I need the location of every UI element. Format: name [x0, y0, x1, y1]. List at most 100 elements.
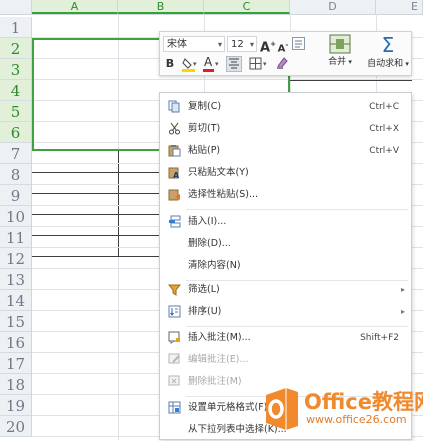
watermark: Office教程网 www.office26.com — [262, 380, 423, 438]
clear-format-icon[interactable] — [274, 56, 290, 72]
menu-item-shortcut: Ctrl+X — [369, 124, 399, 134]
merge-label: 合并 — [328, 57, 347, 67]
row-header-2[interactable]: 2 — [0, 38, 32, 59]
menu-item-label: 筛选(L) — [188, 284, 220, 295]
cell-border — [32, 193, 159, 194]
row-header-16[interactable]: 16 — [0, 332, 32, 353]
menu-item-label: 粘贴(P) — [188, 145, 221, 156]
font-color-icon[interactable]: A ▾ — [202, 55, 222, 72]
menu-item-edit-comment[interactable]: 编辑批注(E)... — [160, 349, 411, 371]
shrink-font-icon[interactable]: A- — [277, 37, 289, 54]
column-header-d[interactable]: D — [290, 0, 376, 14]
grow-font-icon[interactable]: A+ — [260, 36, 276, 56]
svg-text:A: A — [173, 171, 180, 179]
row-header-20[interactable]: 20 — [0, 416, 32, 437]
menu-item-shortcut: Shift+F2 — [360, 333, 399, 343]
row-header-13[interactable]: 13 — [0, 269, 32, 290]
menu-item-shortcut: Ctrl+C — [369, 102, 399, 112]
menu-item-filter[interactable]: 筛选(L) ▸ — [160, 279, 411, 301]
cell-border — [32, 256, 159, 257]
row-header-18[interactable]: 18 — [0, 374, 32, 395]
menu-item-sort[interactable]: 排序(U) ▸ — [160, 301, 411, 323]
menu-item-insert[interactable]: 插入(I)... — [160, 211, 411, 233]
row-header-9[interactable]: 9 — [0, 185, 32, 206]
insert-icon — [169, 215, 181, 228]
autosum-button[interactable]: Σ 自动求和 ▾ — [365, 34, 411, 74]
row-header-15[interactable]: 15 — [0, 311, 32, 332]
column-header-c[interactable]: C — [204, 0, 290, 14]
row-header-3[interactable]: 3 — [0, 59, 32, 80]
column-header-bar: A B C D E — [0, 0, 423, 15]
menu-item-copy[interactable]: 复制(C) Ctrl+C — [160, 96, 411, 118]
submenu-arrow-icon: ▸ — [400, 285, 405, 294]
border-icon[interactable]: ▾ — [248, 56, 270, 72]
menu-item-label: 插入批注(M)... — [188, 332, 251, 343]
filter-icon — [168, 284, 181, 296]
row-header-12[interactable]: 12 — [0, 248, 32, 269]
autosum-icon: Σ — [381, 33, 395, 57]
align-center-icon[interactable] — [226, 56, 242, 72]
office-logo-icon — [266, 388, 298, 430]
bold-icon[interactable]: B — [164, 56, 176, 72]
grow-font-label: A — [260, 40, 271, 56]
cell-border — [118, 151, 119, 256]
menu-item-label: 插入(I)... — [188, 216, 227, 227]
menu-item-paste[interactable]: 粘贴(P) Ctrl+V — [160, 140, 411, 162]
row-header-5[interactable]: 5 — [0, 101, 32, 122]
merge-button[interactable]: 合并 ▾ — [322, 34, 358, 74]
menu-item-insert-comment[interactable]: 插入批注(M)... Shift+F2 — [160, 327, 411, 349]
row-header-14[interactable]: 14 — [0, 290, 32, 311]
menu-item-delete[interactable]: 删除(D)... — [160, 233, 411, 255]
cell-border — [32, 172, 159, 173]
font-size-select[interactable]: 12 ▾ — [227, 36, 257, 52]
bold-label: B — [165, 57, 175, 70]
cell-border — [32, 214, 159, 215]
menu-item-label: 删除(D)... — [188, 238, 231, 249]
autosum-label: 自动求和 — [367, 59, 404, 69]
watermark-brand: Office教程网 — [304, 390, 423, 414]
chevron-down-icon: ▾ — [249, 40, 254, 49]
row-header-17[interactable]: 17 — [0, 353, 32, 374]
row-header-8[interactable]: 8 — [0, 164, 32, 185]
row-header-6[interactable]: 6 — [0, 122, 32, 143]
menu-item-label: 编辑批注(E)... — [188, 354, 249, 365]
delete-comment-icon — [168, 375, 180, 386]
menu-item-paste-text-only[interactable]: A 只粘贴文本(Y) — [160, 162, 411, 184]
edit-comment-icon — [168, 353, 180, 364]
font-name-select[interactable]: 宋体 ▾ — [163, 36, 225, 52]
column-header-b[interactable]: B — [118, 0, 204, 14]
column-header-e[interactable]: E — [376, 0, 423, 14]
menu-item-clear-contents[interactable]: 清除内容(N) — [160, 255, 411, 277]
insert-comment-icon — [168, 331, 180, 344]
row-header-10[interactable]: 10 — [0, 206, 32, 227]
menu-item-label: 排序(U) — [188, 306, 222, 317]
row-header-7[interactable]: 7 — [0, 143, 32, 164]
row-header-4[interactable]: 4 — [0, 80, 32, 101]
row-header-19[interactable]: 19 — [0, 395, 32, 416]
menu-item-label: 剪切(T) — [188, 123, 221, 134]
menu-item-paste-special[interactable]: 选择性粘贴(S)... — [160, 184, 411, 206]
paste-special-icon — [168, 189, 180, 201]
mini-toolbar: 宋体 ▾ 12 ▾ A+ A- B ▾ A ▾ ▾ 合并 ▾ Σ 自动求和 ▾ — [159, 31, 412, 76]
watermark-url: www.office26.com — [306, 413, 407, 426]
submenu-arrow-icon: ▸ — [400, 307, 405, 316]
sort-icon — [168, 305, 181, 318]
menu-separator — [186, 209, 408, 210]
column-header-a[interactable]: A — [32, 0, 118, 14]
font-size-value: 12 — [231, 39, 244, 50]
row-header-1[interactable]: 1 — [0, 17, 32, 38]
menu-item-cut[interactable]: 剪切(T) Ctrl+X — [160, 118, 411, 140]
fill-color-icon[interactable]: ▾ — [180, 56, 198, 72]
menu-item-label: 选择性粘贴(S)... — [188, 189, 259, 200]
paste-icon — [168, 145, 181, 157]
cut-icon — [169, 122, 180, 135]
select-all-corner[interactable] — [0, 0, 32, 14]
format-cells-icon — [168, 401, 181, 414]
menu-item-label: 删除批注(M) — [188, 376, 242, 387]
menu-item-label: 只粘贴文本(Y) — [188, 167, 249, 178]
menu-item-label: 复制(C) — [188, 101, 222, 112]
cell-border — [32, 235, 159, 236]
format-icon[interactable] — [292, 37, 305, 50]
font-color-label: A — [204, 55, 213, 69]
row-header-11[interactable]: 11 — [0, 227, 32, 248]
